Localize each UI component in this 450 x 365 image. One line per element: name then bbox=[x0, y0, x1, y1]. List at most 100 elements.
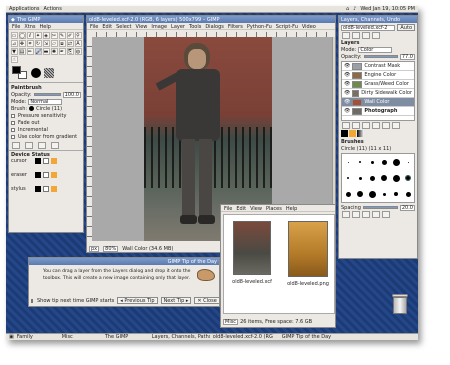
network-icon[interactable]: ⌂ bbox=[346, 6, 349, 12]
actions-menu[interactable]: Actions bbox=[44, 6, 62, 12]
brush-swatch-icon[interactable] bbox=[359, 161, 361, 163]
brush-swatch-icon[interactable] bbox=[392, 158, 400, 166]
option-incremental[interactable]: Incremental bbox=[9, 126, 83, 133]
img-menu-dialogs[interactable]: Dialogs bbox=[205, 24, 224, 30]
applications-menu[interactable]: Applications bbox=[9, 6, 40, 12]
flip-tool-icon[interactable]: ⇄ bbox=[66, 39, 74, 47]
browser-menu-view[interactable]: View bbox=[250, 206, 262, 212]
clone-tool-icon[interactable]: ⎘ bbox=[66, 47, 74, 55]
scale-tool-icon[interactable]: ⇲ bbox=[42, 39, 50, 47]
brush-swatch-icon[interactable] bbox=[392, 174, 400, 182]
save-options-icon[interactable] bbox=[11, 142, 20, 149]
trash-icon[interactable] bbox=[392, 294, 410, 316]
visibility-eye-icon[interactable]: 👁 bbox=[344, 81, 350, 87]
perspective-tool-icon[interactable]: ⧈ bbox=[58, 39, 66, 47]
move-tool-icon[interactable]: ✥ bbox=[18, 39, 26, 47]
file-item-png[interactable]: old8-leveled.png bbox=[286, 221, 330, 287]
taskbar-layers[interactable]: Layers, Channels, Paths... bbox=[152, 334, 210, 340]
img-menu-image[interactable]: Image bbox=[151, 24, 167, 30]
crop-tool-icon[interactable]: ⌗ bbox=[26, 39, 34, 47]
fg-bg-color-swatch[interactable] bbox=[12, 66, 28, 80]
file-item-xcf[interactable]: old8-leveled.xcf bbox=[232, 221, 272, 285]
convolve-tool-icon[interactable]: ◍ bbox=[74, 47, 82, 55]
brush-swatch-icon[interactable] bbox=[369, 175, 375, 181]
restore-options-icon[interactable] bbox=[24, 142, 33, 149]
auto-button[interactable]: Auto bbox=[397, 24, 415, 31]
spacing-field[interactable]: 20.0 bbox=[399, 204, 415, 211]
new-layer-icon[interactable] bbox=[341, 122, 350, 129]
smudge-tool-icon[interactable]: ☝ bbox=[10, 55, 18, 63]
brush-preview-icon[interactable] bbox=[31, 68, 41, 78]
duplicate-brush-icon[interactable] bbox=[361, 211, 370, 218]
unit-select[interactable]: px bbox=[89, 245, 100, 252]
taskbar-gimp[interactable]: The GIMP bbox=[105, 334, 149, 340]
ink-tool-icon[interactable]: ✒ bbox=[58, 47, 66, 55]
visibility-eye-icon[interactable]: 👁 bbox=[344, 108, 350, 114]
location-select[interactable]: Misc bbox=[223, 319, 239, 325]
opacity-slider[interactable] bbox=[33, 93, 61, 96]
airbrush-tool-icon[interactable]: ✺ bbox=[50, 47, 58, 55]
image-select[interactable]: old8-leveled.xcf-2 bbox=[341, 24, 396, 31]
edit-brush-icon[interactable] bbox=[341, 211, 350, 218]
brush-swatch-icon[interactable] bbox=[358, 176, 362, 180]
zoom-tool-icon[interactable]: ⚲ bbox=[74, 31, 82, 39]
browser-menu-edit[interactable]: Edit bbox=[236, 206, 246, 212]
spacing-slider[interactable] bbox=[362, 206, 398, 209]
clock[interactable]: Wed Jan 19, 10:05 PM bbox=[360, 6, 415, 12]
brush-swatch-icon[interactable] bbox=[368, 190, 376, 198]
opacity-field[interactable]: 100.0 bbox=[62, 91, 81, 98]
mode-select[interactable]: Normal bbox=[28, 98, 63, 105]
brush-swatch-icon[interactable] bbox=[345, 191, 351, 197]
brush-swatch-icon[interactable] bbox=[405, 175, 411, 181]
menu-file[interactable]: File bbox=[12, 24, 20, 30]
layer-row[interactable]: 👁 Grass/Weed Color bbox=[342, 80, 414, 89]
undo-tab-icon[interactable] bbox=[371, 32, 380, 39]
img-menu-filters[interactable]: Filters bbox=[228, 24, 243, 30]
brush-swatch-icon[interactable] bbox=[370, 160, 374, 164]
brush-swatch-icon[interactable] bbox=[347, 177, 349, 179]
duplicate-layer-icon[interactable] bbox=[371, 122, 380, 129]
show-tip-checkbox[interactable] bbox=[31, 298, 33, 303]
img-menu-layer[interactable]: Layer bbox=[171, 24, 185, 30]
menu-help[interactable]: Help bbox=[40, 24, 51, 30]
refresh-brush-icon[interactable] bbox=[381, 211, 390, 218]
pressure-checkbox[interactable] bbox=[11, 113, 15, 118]
brush-dot-icon[interactable] bbox=[29, 106, 35, 111]
img-menu-tools[interactable]: Tools bbox=[189, 24, 201, 30]
anchor-layer-icon[interactable] bbox=[381, 122, 390, 129]
layer-row[interactable]: 👁 Wall Color bbox=[342, 98, 414, 107]
taskbar-family[interactable]: Family bbox=[17, 334, 59, 340]
pattern-preview-icon[interactable] bbox=[44, 68, 54, 78]
img-menu-view[interactable]: View bbox=[136, 24, 148, 30]
paintbrush-tool-icon[interactable]: 🖌 bbox=[34, 47, 42, 55]
reset-options-icon[interactable] bbox=[50, 142, 59, 149]
img-menu-edit[interactable]: Edit bbox=[102, 24, 112, 30]
browser-menu-places[interactable]: Places bbox=[266, 206, 282, 212]
ellipse-select-tool-icon[interactable]: ◯ bbox=[18, 31, 26, 39]
incremental-checkbox[interactable] bbox=[11, 127, 15, 132]
layer-opacity-slider[interactable] bbox=[363, 55, 398, 58]
delete-options-icon[interactable] bbox=[37, 142, 46, 149]
paths-tool-icon[interactable]: ✎ bbox=[58, 31, 66, 39]
volume-icon[interactable]: ♪ bbox=[353, 6, 356, 12]
brush-swatch-icon[interactable] bbox=[382, 192, 386, 196]
layers-dock-titlebar[interactable]: Layers, Channels, Undo bbox=[339, 16, 417, 23]
browser-menu-file[interactable]: File bbox=[224, 206, 232, 212]
img-menu-video[interactable]: Video bbox=[302, 24, 316, 30]
img-menu-scriptfu[interactable]: Script-Fu bbox=[276, 24, 298, 30]
brush-swatch-icon[interactable] bbox=[381, 175, 387, 181]
delete-brush-icon[interactable] bbox=[371, 211, 380, 218]
tip-titlebar[interactable]: GIMP Tip of the Day bbox=[29, 258, 219, 265]
color-select-tool-icon[interactable]: ◈ bbox=[42, 31, 50, 39]
img-menu-python[interactable]: Python-Fu bbox=[247, 24, 272, 30]
previous-tip-button[interactable]: ◂ Previous Tip bbox=[117, 297, 158, 304]
visibility-eye-icon[interactable]: 👁 bbox=[344, 90, 350, 96]
visibility-eye-icon[interactable]: 👁 bbox=[344, 63, 350, 69]
paths-tab-icon[interactable] bbox=[361, 32, 370, 39]
fade-checkbox[interactable] bbox=[11, 120, 15, 125]
color-picker-tool-icon[interactable]: ✐ bbox=[66, 31, 74, 39]
blend-tool-icon[interactable]: ▤ bbox=[18, 47, 26, 55]
shear-tool-icon[interactable]: ▱ bbox=[50, 39, 58, 47]
img-menu-file[interactable]: File bbox=[90, 24, 98, 30]
layer-row[interactable]: 👁 Engine Color bbox=[342, 71, 414, 80]
